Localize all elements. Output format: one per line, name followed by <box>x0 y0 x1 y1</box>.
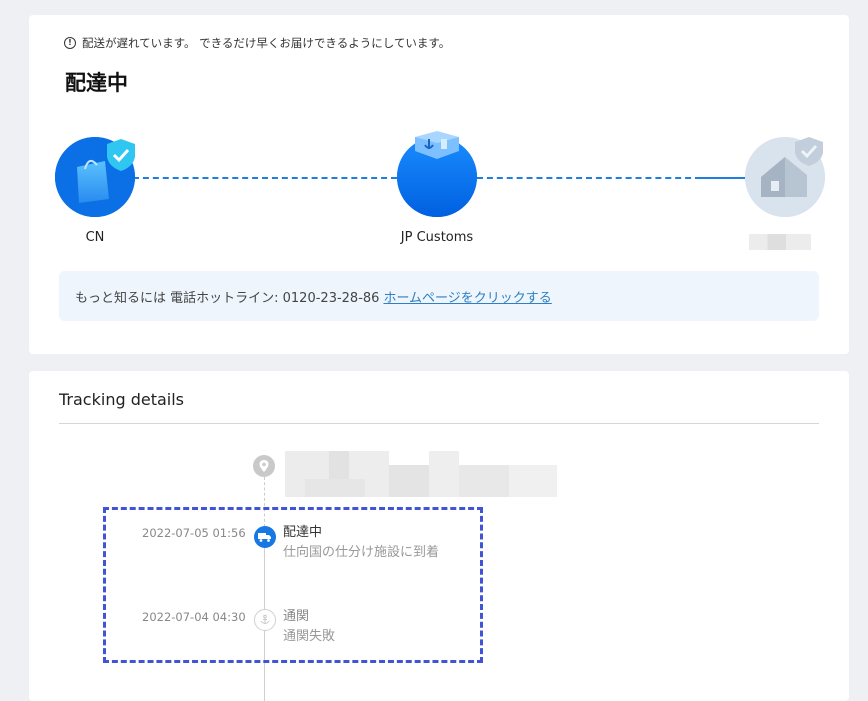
event-title: 配達中 <box>283 525 323 540</box>
customs-stop-label: JP Customs <box>400 230 474 245</box>
customs-stop <box>397 131 477 217</box>
redacted-address <box>285 451 557 497</box>
delivery-status-card: ! 配送が遅れています。 できるだけ早くお届けできるようにしています。 配達中 <box>29 15 849 354</box>
hotline-text: もっと知るには 電話ホットライン: 0120-23-28-86 <box>75 290 380 306</box>
event-title: 通関 <box>283 609 310 624</box>
origin-stop-label: CN <box>85 230 105 245</box>
delay-notice-text: 配送が遅れています。 できるだけ早くお届けできるようにしています。 <box>82 36 451 50</box>
tracking-title: Tracking details <box>59 390 184 409</box>
homepage-link[interactable]: ホームページをクリックする <box>383 287 551 306</box>
divider <box>59 423 819 424</box>
customs-box-icon <box>397 131 477 217</box>
event-description: 仕向国の仕分け施設に到着 <box>283 545 440 560</box>
event-time: 2022-07-05 01:56 <box>142 526 246 540</box>
destination-stop <box>745 137 825 217</box>
route-line-1 <box>133 177 397 179</box>
destination-stop-label-redacted <box>749 234 811 250</box>
house-shield-icon <box>745 137 825 217</box>
origin-stop <box>55 137 135 217</box>
anchor-icon <box>254 609 276 631</box>
route-progress: CN JP Customs <box>29 120 849 260</box>
delay-notice: ! 配送が遅れています。 できるだけ早くお届けできるようにしています。 <box>64 35 450 51</box>
status-title: 配達中 <box>65 71 128 95</box>
truck-icon <box>254 526 276 548</box>
tracking-details-card: Tracking details 2022-07-05 01:56 配達中 仕向… <box>29 371 849 701</box>
route-line-2 <box>477 177 701 179</box>
route-line-3 <box>701 177 745 179</box>
event-description: 通関失敗 <box>283 629 336 644</box>
location-pin-icon <box>253 455 275 477</box>
info-icon: ! <box>64 37 76 49</box>
hotline-info: もっと知るには 電話ホットライン: 0120-23-28-86 ホームページをク… <box>59 271 819 321</box>
event-time: 2022-07-04 04:30 <box>142 610 246 624</box>
shopping-bag-shield-icon <box>55 137 135 217</box>
